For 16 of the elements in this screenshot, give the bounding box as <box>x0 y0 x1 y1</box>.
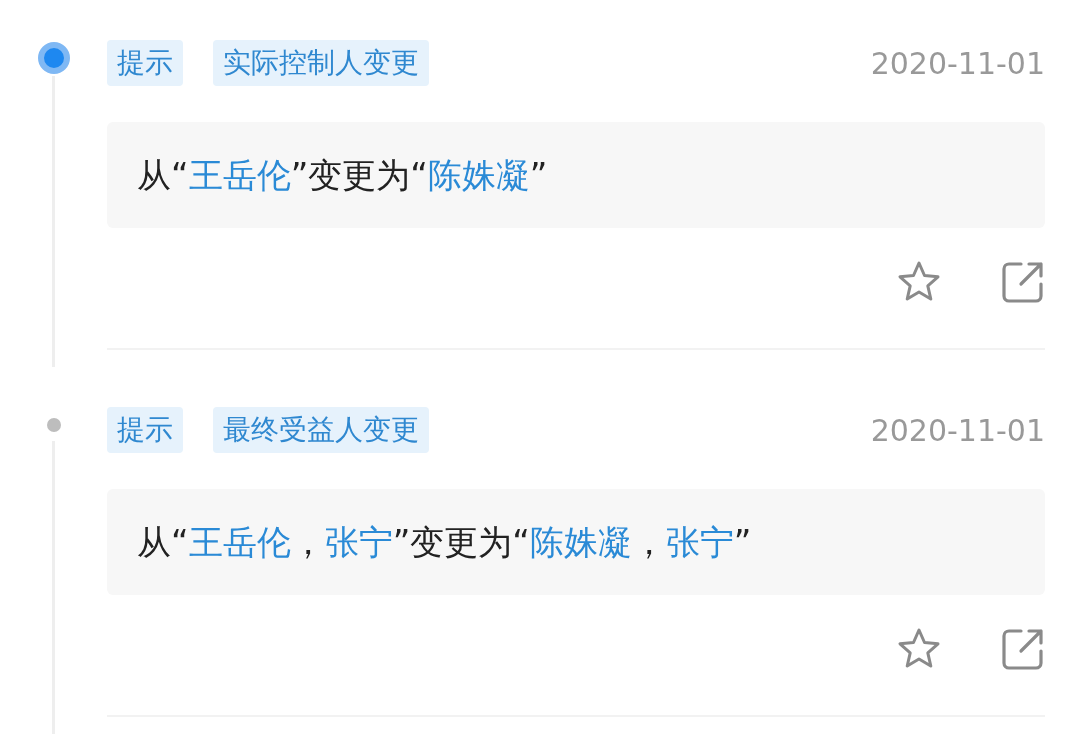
person-link[interactable]: 陈姝凝 <box>427 153 530 197</box>
date: 2020-11-01 <box>870 45 1045 81</box>
person-link[interactable]: 王岳伦 <box>188 520 291 564</box>
person-link[interactable]: 王岳伦 <box>188 153 291 197</box>
date: 2020-11-01 <box>870 412 1045 448</box>
share-icon[interactable] <box>1001 260 1045 304</box>
tag: 最终受益人变更 <box>213 407 429 453</box>
person-link[interactable]: 陈姝凝 <box>529 520 632 564</box>
person-link[interactable]: 张宁 <box>665 520 734 564</box>
share-icon[interactable] <box>1001 627 1045 671</box>
tag: 提示 <box>107 40 183 86</box>
person-link[interactable]: 张宁 <box>324 520 393 564</box>
change-text: 从“王岳伦”变更为“陈姝凝” <box>137 153 548 197</box>
change-text: 从“王岳伦，张宁”变更为“陈姝凝，张宁” <box>137 520 752 564</box>
tag: 实际控制人变更 <box>213 40 429 86</box>
tag: 提示 <box>107 407 183 453</box>
